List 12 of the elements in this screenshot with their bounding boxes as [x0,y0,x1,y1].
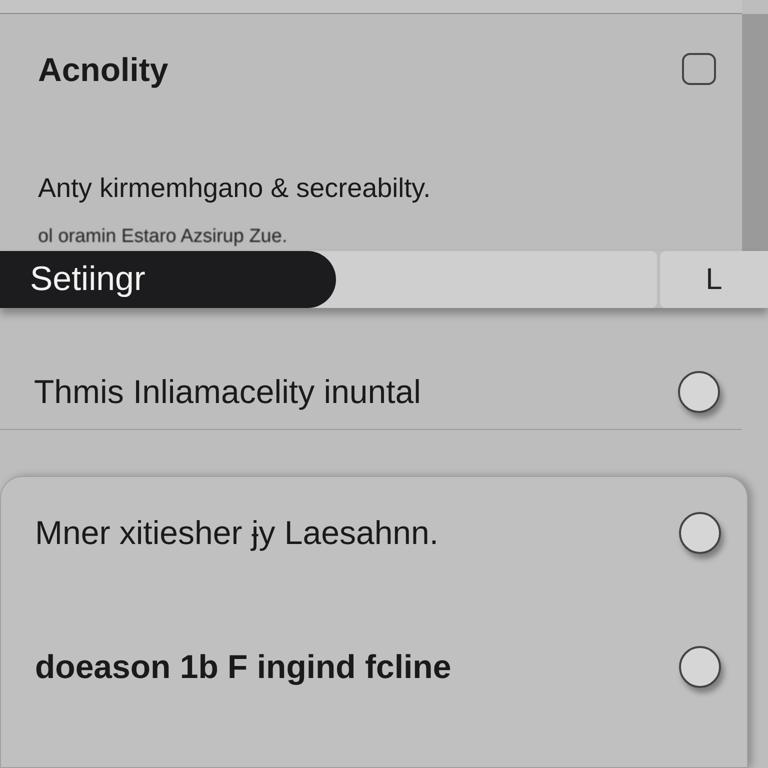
option-label: doeason 1b F ingind fcline [35,647,452,688]
radio-button[interactable] [679,646,721,688]
side-button[interactable]: L [660,251,768,308]
radio-button[interactable] [678,370,720,412]
body-text: Anty kirmemhgano & secreabilty. [38,172,432,206]
settings-button[interactable]: Setiingr [0,251,336,308]
note-text: ol oramin Estaro Azsirup Zue. [38,224,288,249]
radio-button[interactable] [679,512,721,554]
checkbox[interactable] [682,53,716,86]
option-label: Mner xitiesher ɉy Laesahnn. [35,513,439,554]
card-title: Acnolity [38,50,168,90]
row-label: Thmis Inliamacelity inuntal [34,372,421,412]
